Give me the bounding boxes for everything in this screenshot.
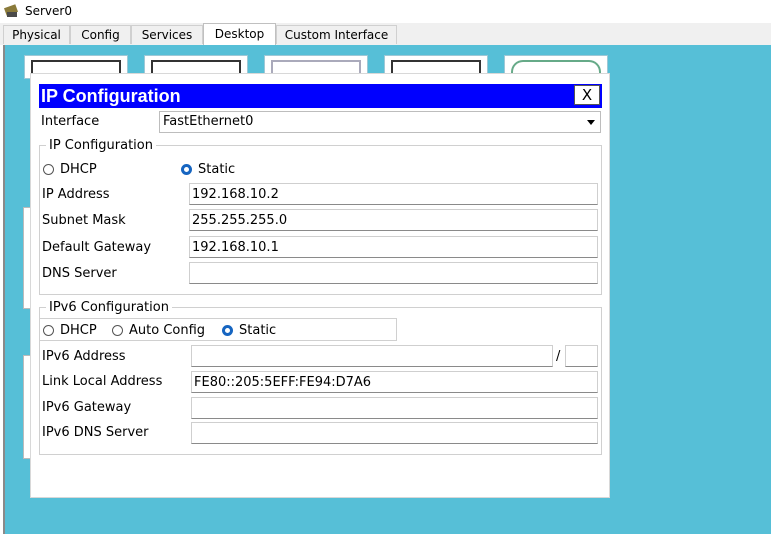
tab-services[interactable]: Services — [131, 25, 203, 44]
link-local-address-label: Link Local Address — [42, 374, 163, 389]
ip-configuration-group-title: IP Configuration — [46, 138, 156, 153]
interface-select[interactable]: FastEthernet0 — [159, 111, 601, 133]
radio-circle — [181, 164, 192, 175]
link-local-address-field[interactable] — [191, 371, 598, 393]
ipv6-prefix-field[interactable] — [565, 345, 598, 367]
ipv6-dns-server-label: IPv6 DNS Server — [42, 425, 149, 440]
ipv6-auto-config-radio[interactable]: Auto Config — [112, 323, 205, 338]
window-title: Server0 — [25, 4, 72, 18]
subnet-mask-field[interactable] — [189, 209, 598, 231]
ipv4-static-label: Static — [198, 162, 236, 177]
tab-config[interactable]: Config — [70, 25, 131, 44]
prefix-separator: / — [556, 349, 561, 364]
radio-circle — [222, 325, 233, 336]
interface-label: Interface — [41, 114, 100, 129]
ipv6-address-label: IPv6 Address — [42, 349, 126, 364]
ipv6-static-label: Static — [239, 323, 277, 338]
ipv6-gateway-label: IPv6 Gateway — [42, 400, 132, 415]
default-gateway-label: Default Gateway — [42, 240, 152, 255]
default-gateway-field[interactable] — [189, 236, 598, 258]
ipv6-gateway-field[interactable] — [191, 397, 598, 419]
ip-address-field[interactable] — [189, 183, 598, 205]
radio-circle — [43, 325, 54, 336]
tab-bar: Physical Config Services Desktop Custom … — [0, 23, 771, 45]
dns-server-field[interactable] — [189, 262, 598, 284]
dns-server-label: DNS Server — [42, 266, 117, 281]
ipv4-dhcp-radio[interactable]: DHCP — [43, 162, 97, 177]
ipv6-dns-server-field[interactable] — [191, 422, 598, 444]
tab-physical[interactable]: Physical — [3, 25, 70, 44]
chevron-down-icon — [587, 120, 595, 125]
ipv4-static-radio[interactable]: Static — [181, 162, 235, 177]
ipv6-configuration-group-title: IPv6 Configuration — [46, 300, 172, 315]
tab-custom-interface[interactable]: Custom Interface — [276, 25, 397, 44]
ipv6-static-radio[interactable]: Static — [222, 323, 276, 338]
interface-select-value: FastEthernet0 — [163, 114, 254, 129]
ip-configuration-dialog: IP Configuration X Interface FastEtherne… — [30, 73, 610, 498]
subnet-mask-label: Subnet Mask — [42, 213, 126, 228]
ipv4-dhcp-label: DHCP — [60, 162, 97, 177]
ipv6-dhcp-radio[interactable]: DHCP — [43, 323, 97, 338]
ipv6-auto-config-label: Auto Config — [129, 323, 206, 338]
window-titlebar: Server0 — [0, 0, 771, 23]
ip-address-label: IP Address — [42, 187, 110, 202]
dialog-title: IP Configuration — [41, 86, 181, 106]
radio-circle — [112, 325, 123, 336]
tab-desktop[interactable]: Desktop — [203, 23, 276, 45]
close-button[interactable]: X — [574, 85, 600, 105]
dialog-header: IP Configuration X — [39, 84, 602, 108]
ipv6-dhcp-label: DHCP — [60, 323, 97, 338]
ipv6-address-field[interactable] — [191, 345, 553, 367]
server-app-icon — [4, 4, 19, 17]
radio-circle — [43, 164, 54, 175]
